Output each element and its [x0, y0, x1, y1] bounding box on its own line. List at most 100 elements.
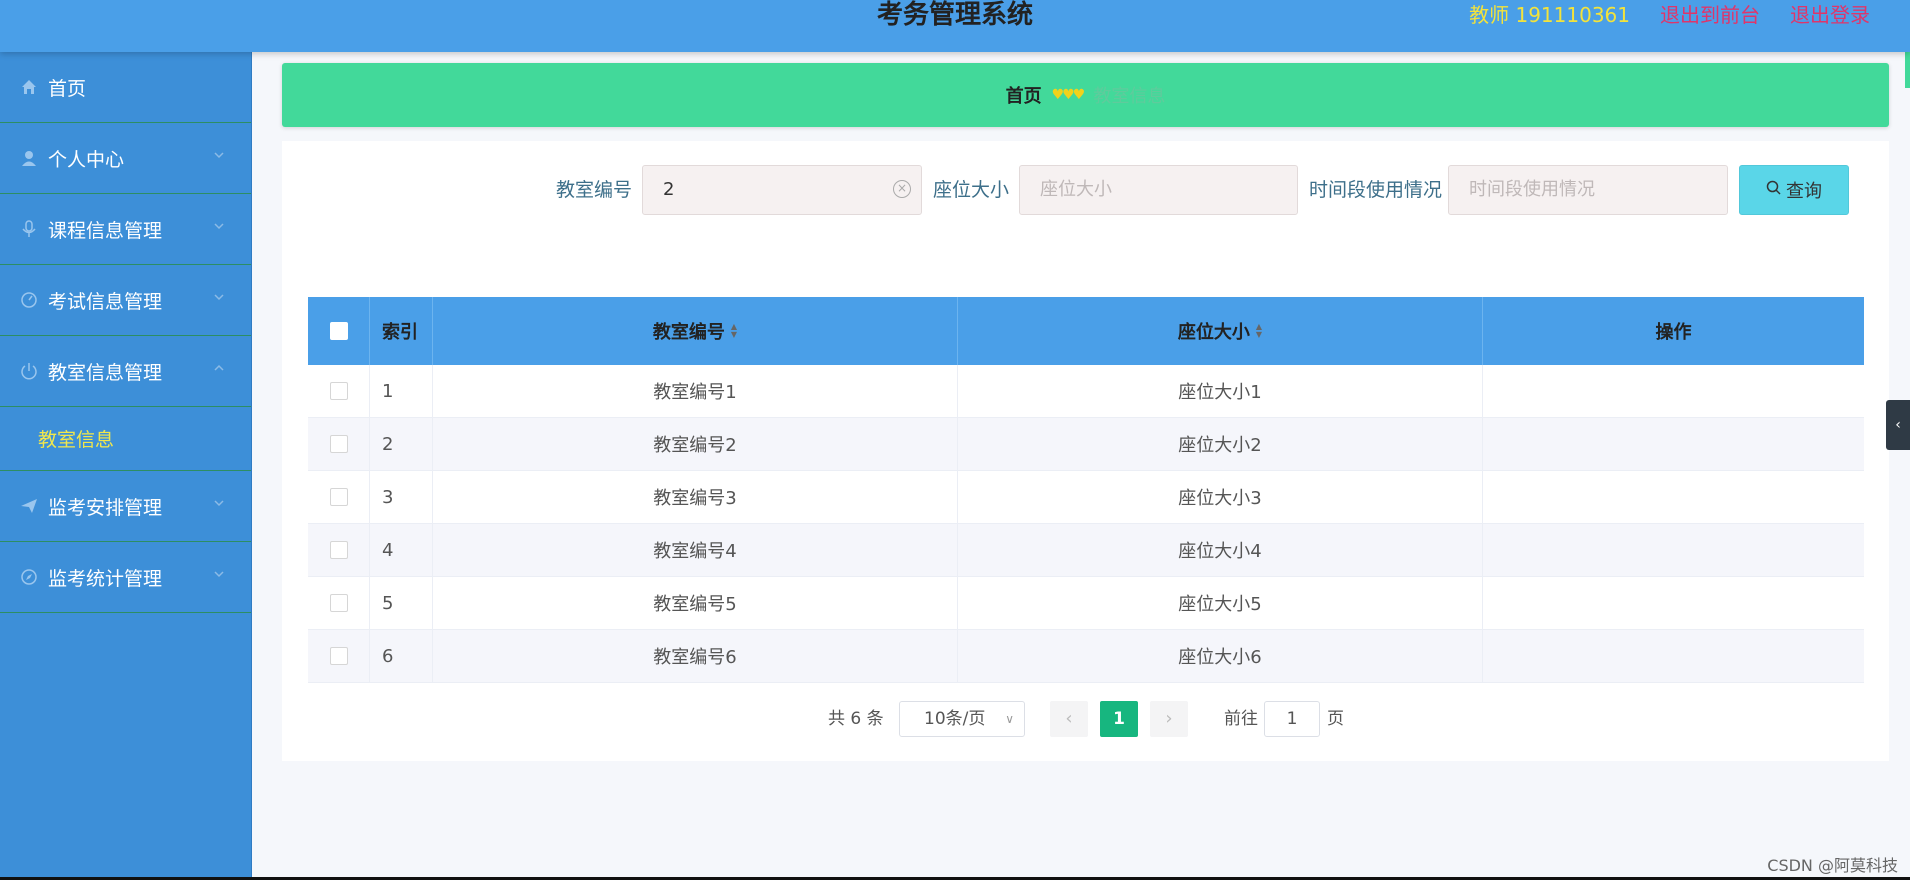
compass-icon [18, 566, 40, 588]
row-checkbox[interactable] [329, 541, 348, 559]
row-seat-size: 座位大小2 [958, 418, 1483, 470]
row-classroom-code: 教室编号2 [433, 418, 958, 470]
header-actions: 教师 191110361 退出到前台 退出登录 [1469, 0, 1870, 30]
row-seat-size: 座位大小4 [958, 524, 1483, 576]
home-icon [18, 76, 40, 98]
sidebar-item-classroom[interactable]: 教室信息管理 [0, 336, 251, 407]
clear-icon[interactable]: × [893, 180, 911, 198]
row-checkbox[interactable] [329, 594, 348, 612]
seat-size-label: 座位大小 [933, 179, 1010, 201]
row-seat-size: 座位大小3 [958, 471, 1483, 523]
row-checkbox[interactable] [329, 382, 348, 400]
collapse-panel-tab[interactable]: ‹ [1886, 400, 1910, 450]
row-index: 5 [370, 577, 433, 629]
sidebar-item-label: 个人中心 [48, 148, 125, 171]
chevron-down-icon [213, 291, 225, 303]
table-header: 索引 教室编号 ▲ ▼ 座位大小 ▲ ▼ 操作 [308, 297, 1864, 365]
mic-icon [18, 218, 40, 240]
row-classroom-code: 教室编号1 [433, 365, 958, 417]
row-index: 3 [370, 471, 433, 523]
row-select-cell [308, 418, 370, 470]
chevron-down-icon [213, 149, 225, 161]
select-all-checkbox[interactable] [329, 322, 348, 340]
exit-to-front-link[interactable]: 退出到前台 [1660, 0, 1760, 30]
row-operation [1483, 630, 1864, 682]
table-row: 1 教室编号1 座位大小1 [308, 365, 1864, 418]
header-classroom-code[interactable]: 教室编号 ▲ ▼ [433, 297, 958, 365]
row-select-cell [308, 630, 370, 682]
row-classroom-code: 教室编号5 [433, 577, 958, 629]
sort-icon[interactable]: ▲ ▼ [1256, 323, 1262, 339]
row-classroom-code: 教室编号6 [433, 630, 958, 682]
row-index: 1 [370, 365, 433, 417]
sidebar-subitem-classroom-info[interactable]: 教室信息 [0, 407, 251, 471]
table-row: 3 教室编号3 座位大小3 [308, 471, 1864, 524]
seat-size-input[interactable]: 座位大小 [1019, 165, 1298, 215]
classroom-code-input[interactable]: 2 × [642, 165, 922, 215]
time-usage-input[interactable]: 时间段使用情况 [1448, 165, 1728, 215]
sidebar-item-course[interactable]: 课程信息管理 [0, 194, 251, 265]
page-size-select[interactable]: 10条/页 ∨ [899, 701, 1025, 737]
edge-accent [1905, 52, 1910, 88]
sort-icon[interactable]: ▲ ▼ [731, 323, 737, 339]
classroom-table: 索引 教室编号 ▲ ▼ 座位大小 ▲ ▼ 操作 1 教室编号1 座位大小1 2 教室… [308, 297, 1864, 683]
table-row: 2 教室编号2 座位大小2 [308, 418, 1864, 471]
pagination: 共 6 条 10条/页 ∨ ‹ 1 › 前往 1 页 [282, 701, 1889, 737]
row-checkbox[interactable] [329, 488, 348, 506]
top-header: 考务管理系统 教师 191110361 退出到前台 退出登录 [0, 0, 1910, 52]
goto-page-input[interactable]: 1 [1264, 701, 1320, 737]
classroom-code-label: 教室编号 [556, 179, 633, 201]
time-usage-placeholder: 时间段使用情况 [1469, 179, 1595, 200]
gauge-icon [18, 289, 40, 311]
next-page-button[interactable]: › [1150, 701, 1188, 737]
header-seat-size[interactable]: 座位大小 ▲ ▼ [958, 297, 1483, 365]
table-row: 6 教室编号6 座位大小6 [308, 630, 1864, 683]
row-seat-size: 座位大小5 [958, 577, 1483, 629]
row-select-cell [308, 365, 370, 417]
search-button[interactable]: 查询 [1739, 165, 1849, 215]
row-seat-size: 座位大小6 [958, 630, 1483, 682]
sidebar-item-statistics[interactable]: 监考统计管理 [0, 542, 251, 613]
row-checkbox[interactable] [329, 647, 348, 665]
page-size-value: 10条/页 [924, 709, 986, 729]
search-icon [1766, 180, 1782, 201]
breadcrumb-current: 教室信息 [1093, 86, 1166, 107]
prev-page-button[interactable]: ‹ [1050, 701, 1088, 737]
chevron-down-icon [213, 568, 225, 580]
sidebar-item-label: 监考安排管理 [48, 496, 163, 519]
search-form: 教室编号 2 × 座位大小 座位大小 时间段使用情况 时间段使用情况 查询 [282, 165, 1889, 215]
sidebar-item-home[interactable]: 首页 [0, 52, 251, 123]
row-operation [1483, 577, 1864, 629]
watermark: CSDN @阿莫科技 [1767, 856, 1898, 875]
sidebar: 首页 个人中心 课程信息管理 考试信息管理 教室信息管理 教室信息 监考安排管理 [0, 52, 252, 880]
power-icon [18, 360, 40, 382]
page-number-current[interactable]: 1 [1100, 701, 1138, 737]
sidebar-item-label: 考试信息管理 [48, 290, 163, 313]
row-checkbox[interactable] [329, 435, 348, 453]
sidebar-item-exam[interactable]: 考试信息管理 [0, 265, 251, 336]
header-operation: 操作 [1655, 322, 1692, 343]
logout-link[interactable]: 退出登录 [1790, 0, 1870, 30]
header-classroom-code-label: 教室编号 [652, 322, 725, 343]
row-operation [1483, 524, 1864, 576]
sidebar-item-label: 首页 [48, 77, 87, 100]
row-index: 4 [370, 524, 433, 576]
breadcrumb: 首页 ♥♥♥ 教室信息 [282, 63, 1889, 127]
sidebar-item-personal[interactable]: 个人中心 [0, 123, 251, 194]
breadcrumb-home[interactable]: 首页 [1006, 82, 1042, 108]
table-row: 4 教室编号4 座位大小4 [308, 524, 1864, 577]
sidebar-item-invigilation[interactable]: 监考安排管理 [0, 471, 251, 542]
row-index: 2 [370, 418, 433, 470]
chevron-down-icon [213, 497, 225, 509]
page-suffix: 页 [1327, 709, 1344, 729]
sidebar-item-label: 课程信息管理 [48, 219, 163, 242]
send-icon [18, 495, 40, 517]
heart-separator-icon: ♥♥♥ [1051, 87, 1086, 103]
sidebar-item-label: 教室信息管理 [48, 361, 163, 384]
classroom-code-value: 2 [663, 179, 675, 200]
time-usage-label: 时间段使用情况 [1309, 179, 1443, 201]
pagination-total: 共 6 条 [828, 709, 884, 729]
row-classroom-code: 教室编号3 [433, 471, 958, 523]
current-user: 教师 191110361 [1469, 3, 1630, 27]
goto-label: 前往 [1224, 709, 1258, 729]
